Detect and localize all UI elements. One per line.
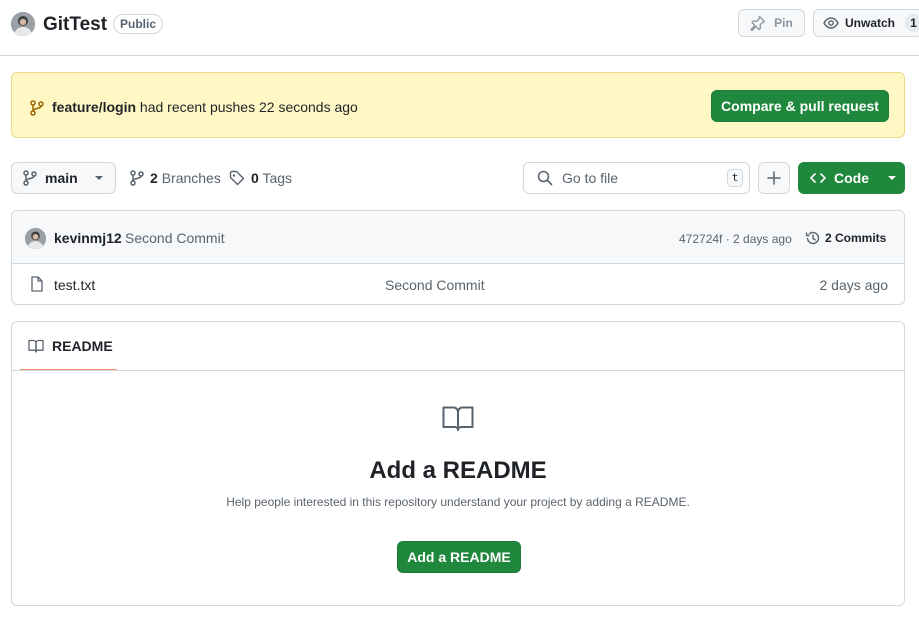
branches-count: 2 — [150, 170, 158, 186]
file-commit-date: 2 days ago — [819, 277, 889, 293]
plus-icon — [767, 171, 781, 185]
commit-message[interactable]: Second Commit — [125, 230, 225, 247]
banner-message: feature/login had recent pushes 22 secon… — [52, 98, 358, 116]
add-file-button[interactable] — [758, 162, 790, 194]
unwatch-label: Unwatch — [845, 16, 896, 30]
commit-author[interactable]: kevinmj12 — [54, 230, 122, 247]
search-icon — [537, 170, 553, 186]
visibility-badge: Public — [113, 14, 164, 34]
file-name-link[interactable]: test.txt — [54, 277, 95, 294]
file-commit-message[interactable]: Second Commit — [385, 277, 485, 294]
tags-label: Tags — [262, 170, 293, 186]
branch-name: main — [45, 170, 78, 186]
author-avatar[interactable] — [25, 228, 46, 249]
pin-label: Pin — [774, 16, 793, 30]
table-row[interactable]: test.txt Second Commit 2 days ago — [12, 264, 904, 304]
add-readme-button[interactable]: Add a README — [397, 541, 521, 573]
tag-icon — [229, 170, 245, 186]
unwatch-button[interactable]: Unwatch 1 — [813, 9, 919, 37]
repo-name[interactable]: GitTest — [43, 13, 107, 37]
readme-empty-description: Help people interested in this repositor… — [226, 495, 690, 509]
branches-link[interactable]: 2 Branches — [130, 170, 221, 186]
triangle-down-icon — [94, 175, 104, 181]
commits-count-label: 2 Commits — [825, 231, 887, 245]
commits-history-link[interactable]: 2 Commits — [805, 229, 886, 247]
file-list: kevinmj12 Second Commit 472724f · 2 days… — [11, 210, 905, 305]
git-branch-icon — [130, 170, 144, 186]
triangle-down-icon — [887, 175, 897, 181]
compare-pull-request-button[interactable]: Compare & pull request — [711, 90, 889, 122]
latest-commit-row: kevinmj12 Second Commit 472724f · 2 days… — [12, 211, 904, 264]
git-branch-icon — [23, 170, 37, 186]
code-button[interactable]: Code — [798, 162, 905, 194]
readme-tab-label: README — [52, 337, 113, 354]
code-label: Code — [834, 170, 869, 186]
code-icon — [810, 170, 826, 186]
history-icon — [805, 230, 821, 246]
pin-icon — [750, 15, 766, 31]
banner-branch-name[interactable]: feature/login — [52, 99, 136, 115]
pin-button[interactable]: Pin — [738, 9, 805, 37]
go-to-file-placeholder: Go to file — [562, 170, 619, 186]
tab-readme[interactable]: README — [20, 322, 117, 371]
go-to-file-input[interactable]: Go to file t — [523, 162, 750, 194]
file-icon — [30, 276, 44, 292]
book-icon — [28, 338, 44, 354]
eye-icon — [823, 15, 839, 31]
watch-count: 1 — [905, 14, 919, 32]
git-branch-icon — [30, 100, 44, 116]
branch-selector[interactable]: main — [11, 162, 116, 194]
keyboard-shortcut-hint: t — [727, 169, 743, 187]
commit-hash-time[interactable]: 472724f · 2 days ago — [679, 231, 792, 247]
repo-header: GitTest Public Pin Unwatch 1 — [0, 0, 919, 56]
readme-empty-title: Add a README — [369, 457, 547, 484]
tags-count: 0 — [251, 170, 259, 186]
tags-link[interactable]: 0 Tags — [229, 170, 292, 186]
recent-pushes-banner: feature/login had recent pushes 22 secon… — [11, 72, 905, 138]
book-icon — [442, 406, 474, 432]
branches-label: Branches — [161, 170, 221, 186]
banner-text: had recent pushes 22 seconds ago — [136, 99, 358, 115]
owner-avatar[interactable] — [11, 12, 35, 36]
readme-panel: README Add a README Help people interest… — [11, 321, 905, 606]
divider — [12, 370, 904, 371]
